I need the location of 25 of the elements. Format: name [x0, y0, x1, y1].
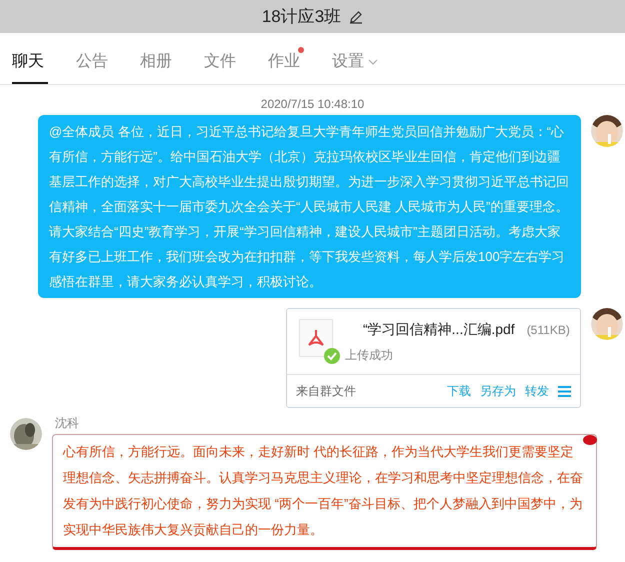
chevron-down-icon[interactable] — [368, 59, 378, 65]
tab[interactable]: 设置 — [332, 42, 382, 84]
pdf-file-icon — [306, 328, 326, 348]
message-bubble: @全体成员 各位，近日，习近平总书记给复旦大学青年师生党员回信并勉励广大党员：“心有所信，方能行远”。给中国石油大学（北京）克拉玛依校区毕业生回信，肯定他们到边疆基层工作的选择，对广大高校毕业生提出殷切期望。为进一步深入学习贯彻习近平总书记回信精神，全面落实十一届市委九次全会关于“人民城市人民建 人民城市为人民”的重要理念。请大家结合“四史”教育学习，开展“学习回信精神，建设人民城市”主题团日活动。考虑大家有好多已上班工作，我们班会改为在扣扣群，等下我发些资料，每人学后发100字左右学习感悟在群里，请大家务必认真学习，积极讨论。 — [38, 115, 581, 298]
file-name: “学习回信精神...汇编.pdf — [363, 320, 515, 339]
window-title: 18计应3班 — [262, 6, 342, 28]
tab[interactable]: 作业 — [268, 42, 304, 84]
timestamp: 2020/7/15 10:48:10 — [260, 96, 364, 113]
file-action-link[interactable]: 下载 — [447, 382, 471, 400]
upload-status: 上传成功 — [345, 347, 394, 364]
edit-icon[interactable] — [349, 10, 364, 24]
menu-icon[interactable] — [558, 386, 571, 396]
file-action-link[interactable]: 另存为 — [480, 382, 516, 400]
tab[interactable]: 文件 — [204, 42, 240, 84]
tab[interactable]: 公告 — [76, 42, 112, 84]
file-size: (511KB) — [526, 322, 570, 339]
check-icon — [324, 348, 340, 364]
tab[interactable]: 聊天 — [12, 42, 48, 84]
sender-name: 沈科 — [54, 415, 80, 432]
file-source: 来自群文件 — [296, 383, 356, 400]
file-card[interactable]: “学习回信精神...汇编.pdf (511KB) 上传成功 来自群文件 下载 另存为 转发 — [286, 308, 581, 408]
file-action-link[interactable]: 转发 — [525, 382, 549, 400]
tab[interactable]: 相册 — [140, 42, 176, 84]
message-bubble: 心有所信，方能行远。面向未来，走好新时 代的长征路，作为当代大学生我们更需要坚定理想信念、矢志拼搏奋斗。认真学习马克思主义理论，在学习和思考中坚定理想信念，在奋发有为中践行初心使命，努力为实现 “两个一百年”奋斗目标、把个人梦融入到中国梦中，为实现中华民族伟大复兴贡献自己的一份力量。 — [52, 434, 597, 550]
ornament-icon — [583, 434, 597, 446]
